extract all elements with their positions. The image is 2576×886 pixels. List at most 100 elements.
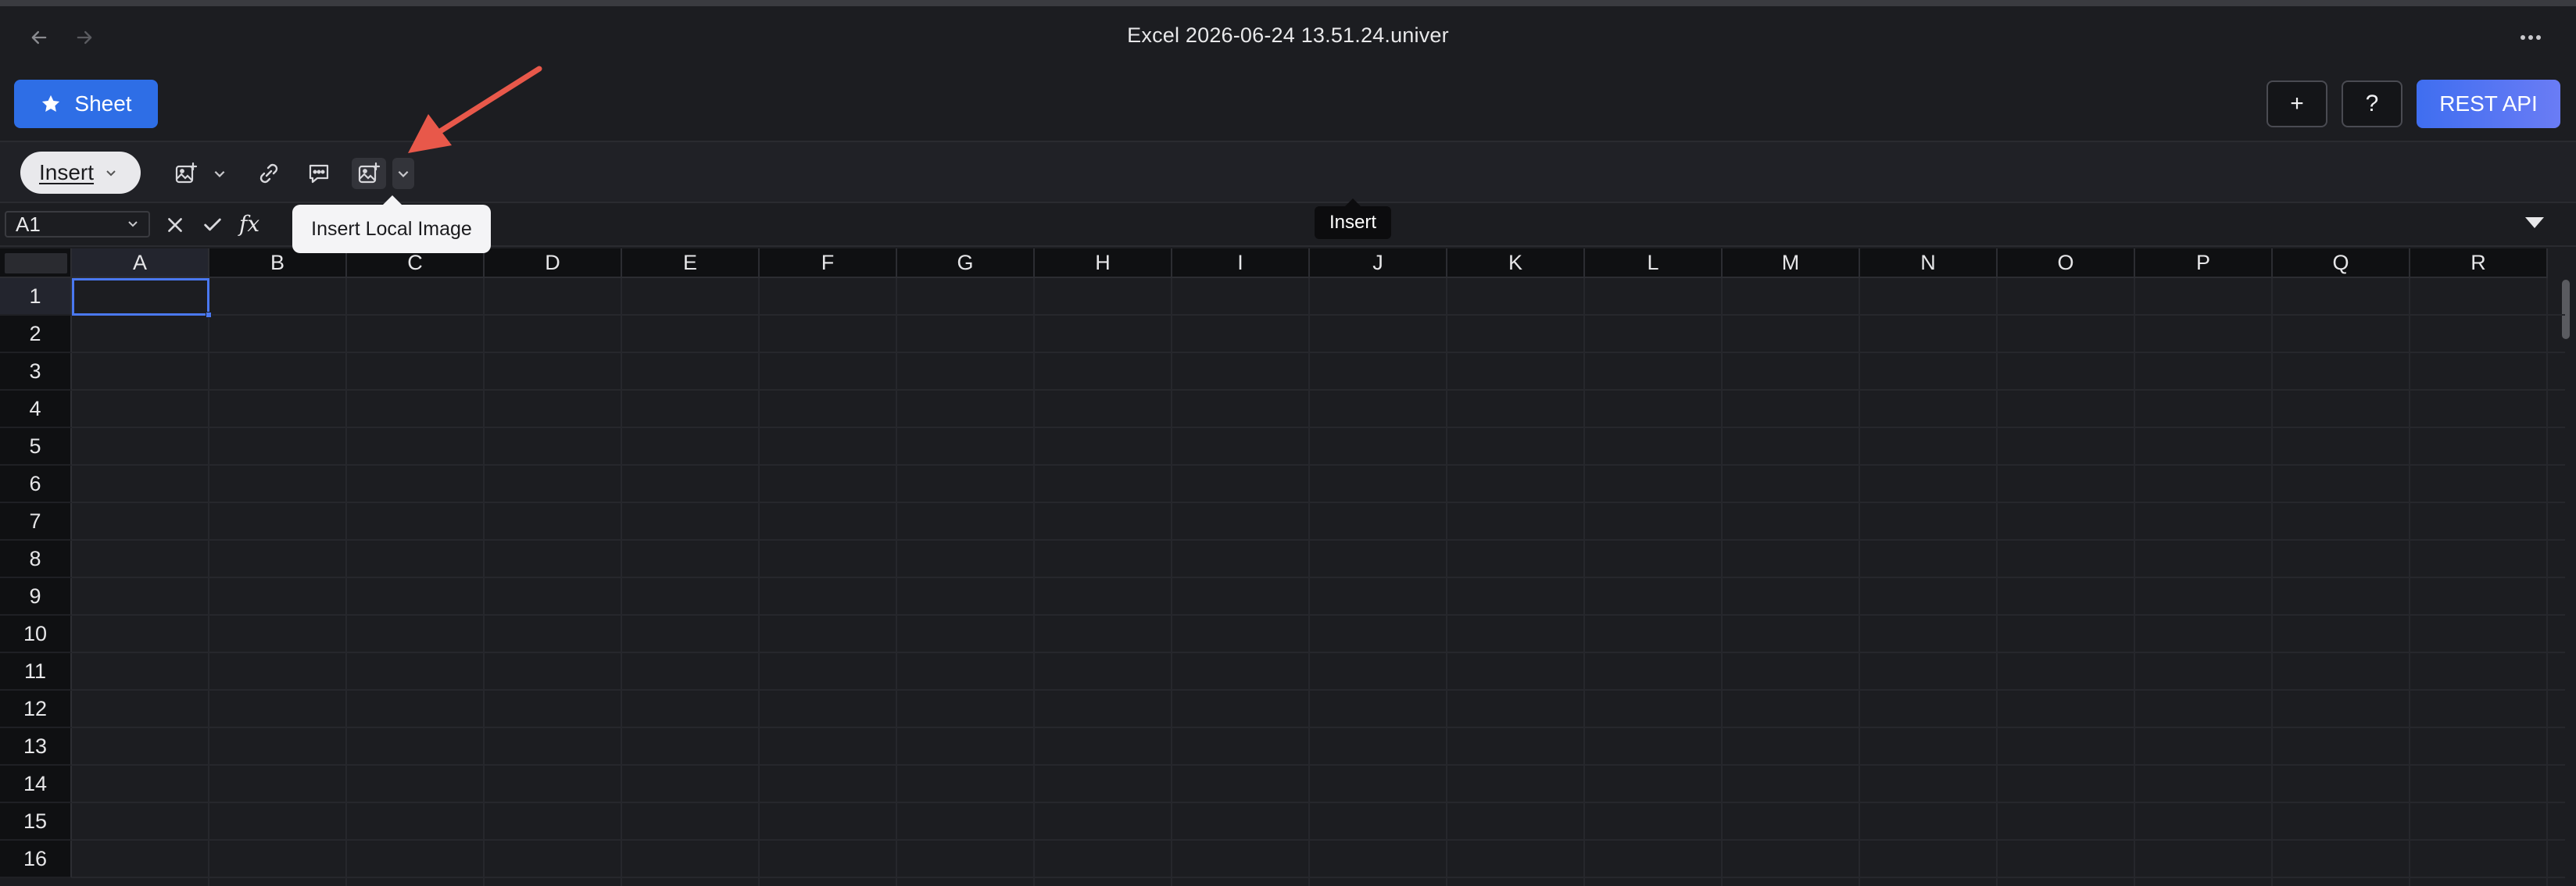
grid-row-line: [72, 427, 2565, 428]
cell-reference-value: A1: [16, 212, 41, 236]
row-header[interactable]: 16: [0, 841, 72, 878]
row-header[interactable]: 14: [0, 766, 72, 803]
grid-row-line: [72, 539, 2565, 541]
column-header[interactable]: G: [897, 248, 1035, 278]
row-header[interactable]: 1: [0, 278, 72, 316]
grid-column-line: [208, 278, 209, 886]
rest-api-button-label: REST API: [2439, 91, 2538, 116]
cell-reference-box[interactable]: A1: [5, 211, 150, 238]
tooltip-insert: Insert: [1315, 198, 1391, 239]
grid-column-line: [1721, 278, 1723, 886]
grid-column-line: [345, 278, 347, 886]
column-header[interactable]: Q: [2273, 248, 2410, 278]
grid-row-line: [72, 764, 2565, 766]
row-header[interactable]: 13: [0, 728, 72, 766]
chevron-down-icon: [106, 170, 116, 177]
sheet-button-label: Sheet: [74, 91, 132, 116]
grid-column-line: [2409, 278, 2410, 886]
grid-row-line: [72, 389, 2565, 391]
sheet-button[interactable]: Sheet: [14, 80, 158, 128]
row-header[interactable]: 8: [0, 541, 72, 578]
grid-row-line: [72, 802, 2565, 803]
grid-column-line: [758, 278, 760, 886]
comment-icon[interactable]: [303, 158, 335, 189]
column-header[interactable]: N: [1860, 248, 1998, 278]
row-header[interactable]: 10: [0, 616, 72, 653]
grid-column-line: [2271, 278, 2273, 886]
grid-row-line: [72, 652, 2565, 653]
grid-column-line: [1859, 278, 1860, 886]
grid-column-line: [1308, 278, 1310, 886]
expand-formula-icon[interactable]: [2524, 216, 2545, 234]
insert-menu-label: Insert: [39, 160, 95, 184]
toolbar: Insert: [0, 141, 2576, 203]
column-header[interactable]: M: [1723, 248, 1860, 278]
add-button[interactable]: +: [2267, 80, 2327, 127]
chevron-down-icon: [128, 221, 138, 227]
grid-row-line: [72, 464, 2565, 466]
fx-icon[interactable]: fx: [239, 211, 259, 237]
column-header[interactable]: J: [1310, 248, 1447, 278]
insert-menu-button[interactable]: Insert: [20, 152, 141, 194]
grid-column-line: [1583, 278, 1585, 886]
chevron-down-icon[interactable]: [392, 158, 414, 189]
column-header[interactable]: A: [72, 248, 209, 278]
confirm-icon[interactable]: [200, 213, 225, 238]
grid-row-line: [72, 502, 2565, 503]
column-header[interactable]: O: [1998, 248, 2135, 278]
rest-api-button[interactable]: REST API: [2417, 80, 2560, 128]
select-all-corner[interactable]: [0, 248, 72, 278]
grid-row-line: [72, 577, 2565, 578]
grid-row-line: [72, 352, 2565, 353]
add-button-label: +: [2290, 91, 2304, 116]
row-header[interactable]: 12: [0, 691, 72, 728]
column-header[interactable]: F: [760, 248, 897, 278]
star-icon: [42, 95, 60, 113]
column-header[interactable]: K: [1447, 248, 1585, 278]
row-header[interactable]: 4: [0, 391, 72, 428]
row-header[interactable]: 9: [0, 578, 72, 616]
grid-column-line: [1446, 278, 1447, 886]
grid-column-line: [2134, 278, 2135, 886]
spreadsheet-grid[interactable]: A B C D E F G H I J K L M N O P Q R 1 2 3 4 5 6 7 8 9 10 11 12 13 14 15 1…: [0, 248, 2576, 886]
active-cell[interactable]: [72, 278, 209, 316]
grid-column-line: [896, 278, 897, 886]
column-header[interactable]: E: [622, 248, 760, 278]
column-header[interactable]: D: [485, 248, 622, 278]
fill-handle[interactable]: [206, 312, 212, 318]
grid-column-line: [1033, 278, 1035, 886]
grid-column-line: [1996, 278, 1998, 886]
column-header[interactable]: L: [1585, 248, 1723, 278]
grid-column-line: [483, 278, 485, 886]
grid-column-line: [621, 278, 622, 886]
window-title: Excel 2026-06-24 13.51.24.univer: [1127, 23, 1449, 47]
row-header[interactable]: 11: [0, 653, 72, 691]
insert-float-image-icon[interactable]: [170, 158, 202, 189]
help-button-label: ?: [2365, 91, 2379, 116]
window-top-edge: [0, 0, 2576, 6]
row-header[interactable]: 5: [0, 428, 72, 466]
cancel-icon[interactable]: [163, 213, 188, 238]
link-icon[interactable]: [253, 158, 284, 189]
grid-row-line: [72, 839, 2565, 841]
column-header[interactable]: H: [1035, 248, 1172, 278]
grid-column-line: [2546, 278, 2548, 886]
help-button[interactable]: ?: [2342, 80, 2402, 127]
row-header[interactable]: 7: [0, 503, 72, 541]
grid-row-line: [72, 689, 2565, 691]
grid-row-line: [72, 877, 2565, 878]
row-header[interactable]: 6: [0, 466, 72, 503]
column-header[interactable]: P: [2135, 248, 2273, 278]
ellipsis-icon[interactable]: [2513, 20, 2548, 55]
grid-row-line: [72, 314, 2565, 316]
vertical-scrollbar[interactable]: [2562, 280, 2570, 339]
insert-cell-image-icon[interactable]: [352, 158, 386, 189]
row-header[interactable]: 3: [0, 353, 72, 391]
column-header[interactable]: I: [1172, 248, 1310, 278]
grid-row-line: [72, 727, 2565, 728]
row-header[interactable]: 15: [0, 803, 72, 841]
column-header[interactable]: R: [2410, 248, 2548, 278]
chevron-down-icon[interactable]: [211, 158, 228, 189]
title-bar: Excel 2026-06-24 13.51.24.univer: [0, 6, 2576, 64]
row-header[interactable]: 2: [0, 316, 72, 353]
